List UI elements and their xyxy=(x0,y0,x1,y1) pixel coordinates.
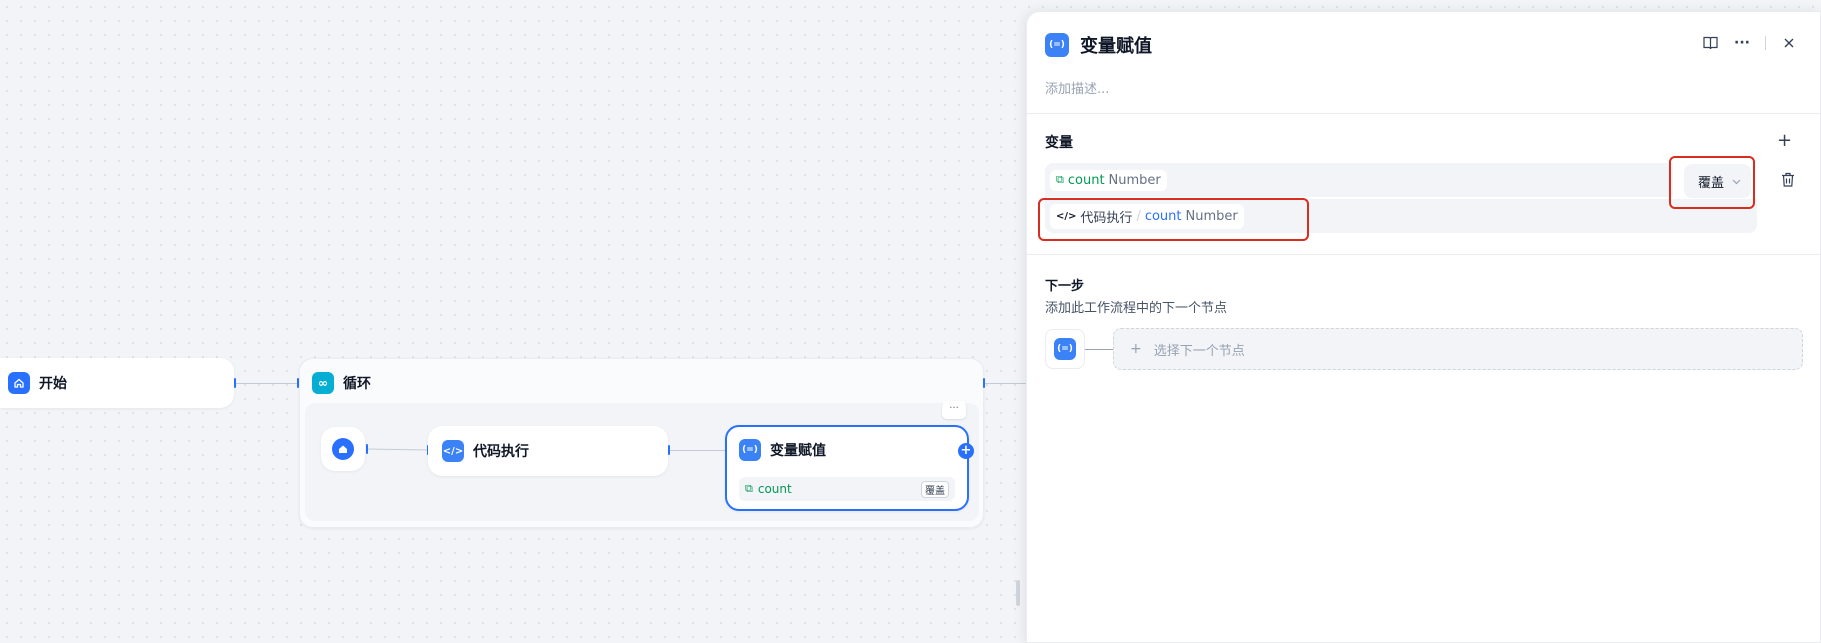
panel-title[interactable]: 变量赋值 xyxy=(1080,32,1152,58)
target-variable-type: Number xyxy=(1108,172,1161,188)
target-variable-tag: ⧉ count Number xyxy=(1050,169,1167,191)
assign-node-var-row: ⧉ count 覆盖 xyxy=(739,477,955,501)
highlight-mode-select xyxy=(1669,156,1755,209)
variables-section-title: 变量 xyxy=(1045,135,1073,151)
edge-start-loop xyxy=(236,383,298,384)
next-step-title: 下一步 xyxy=(1045,279,1085,294)
trash-icon[interactable] xyxy=(1781,172,1795,191)
assign-node-title: 变量赋值 xyxy=(770,443,826,459)
assign-add-button[interactable]: + xyxy=(958,443,974,459)
select-next-node-button[interactable]: + 选择下一个节点 xyxy=(1113,328,1803,370)
edge-code-assign xyxy=(670,450,726,451)
book-icon[interactable] xyxy=(1701,34,1719,52)
assign-node-var-name: count xyxy=(757,482,792,496)
assign-node-mode-badge: 覆盖 xyxy=(921,480,949,498)
variable-icon: ⧉ xyxy=(1056,173,1064,186)
add-variable-button[interactable]: + xyxy=(1777,130,1792,151)
variable-icon: ⧉ xyxy=(745,482,753,495)
header-divider xyxy=(1765,36,1766,50)
home-icon xyxy=(332,438,354,460)
assign-node[interactable]: (=) 变量赋值 ⧉ count 覆盖 xyxy=(725,425,969,511)
target-variable-selector[interactable]: ⧉ count Number xyxy=(1045,163,1673,197)
divider xyxy=(1027,254,1820,255)
close-icon[interactable] xyxy=(1780,34,1798,52)
divider xyxy=(1027,113,1820,114)
select-next-node-label: 选择下一个节点 xyxy=(1153,343,1245,359)
plus-icon: + xyxy=(1130,341,1142,357)
panel-resize-handle[interactable] xyxy=(1016,580,1020,606)
code-icon: </> xyxy=(442,440,464,462)
assign-icon: (=) xyxy=(1045,33,1069,57)
loop-start-node[interactable] xyxy=(321,427,365,471)
loop-more-button[interactable]: ··· xyxy=(942,401,966,419)
assign-icon: (=) xyxy=(1054,338,1076,360)
start-node-title: 开始 xyxy=(39,376,67,392)
code-node[interactable]: </> 代码执行 xyxy=(428,426,668,476)
highlight-source-variable xyxy=(1038,198,1309,241)
next-step-edge xyxy=(1085,349,1115,350)
description-input[interactable]: 添加描述... xyxy=(1045,78,1109,97)
edge-loop-out xyxy=(985,383,1026,384)
next-step-source-node: (=) xyxy=(1045,329,1085,369)
next-step-subtitle: 添加此工作流程中的下一个节点 xyxy=(1045,301,1228,316)
loop-icon: ∞ xyxy=(312,372,334,394)
code-node-title: 代码执行 xyxy=(473,444,529,460)
assign-icon: (=) xyxy=(739,439,761,461)
home-icon xyxy=(8,372,30,394)
start-node[interactable]: 开始 xyxy=(0,358,234,408)
loop-node-title: 循环 xyxy=(343,376,371,392)
node-config-panel: (=) 变量赋值 ··· 添加描述... 变量 + ⧉ count Number… xyxy=(1026,11,1821,643)
more-icon[interactable]: ··· xyxy=(1733,36,1751,50)
target-variable-name: count xyxy=(1067,172,1105,188)
